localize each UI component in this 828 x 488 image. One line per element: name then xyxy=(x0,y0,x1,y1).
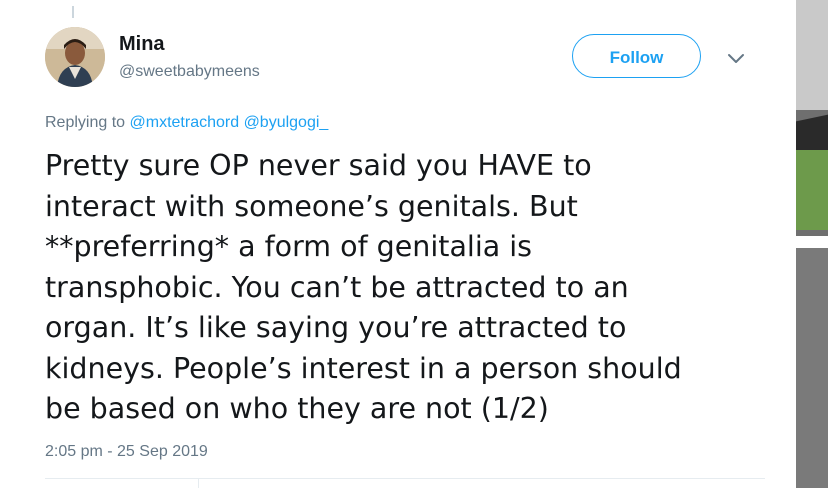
tweet-text-line: kidneys. People’s interest in a person s… xyxy=(45,351,682,385)
thread-connector-line xyxy=(72,6,74,18)
tweet-text-line: Pretty sure OP never said you HAVE to xyxy=(45,149,592,182)
photo-region xyxy=(796,0,828,110)
tweet-text-line: interact with someone’s genitals. But xyxy=(45,189,578,223)
mention-link-mxtetrachord[interactable]: @mxtetrachord xyxy=(130,114,240,131)
background-photo-strip xyxy=(796,0,828,488)
tweet-timestamp[interactable]: 2:05 pm - 25 Sep 2019 xyxy=(45,443,208,461)
tweet-text-line: be based on who they are not (1/2) xyxy=(45,392,549,425)
reply-context: Replying to @mxtetrachord @byulgogi_ xyxy=(45,114,328,132)
reply-context-prefix: Replying to xyxy=(45,114,126,131)
photo-region xyxy=(796,236,828,248)
divider xyxy=(198,479,199,488)
photo-region xyxy=(796,248,828,488)
tweet-text-line: organ. It’s like saying you’re attracted… xyxy=(45,311,627,344)
tweet-text: Pretty sure OP never said you HAVE to in… xyxy=(45,146,765,430)
follow-button[interactable]: Follow xyxy=(572,34,701,78)
user-handle[interactable]: @sweetbabymeens xyxy=(119,63,260,81)
avatar[interactable] xyxy=(45,27,105,87)
display-name[interactable]: Mina xyxy=(119,33,165,56)
photo-region xyxy=(796,150,828,230)
profile-photo-icon xyxy=(45,27,105,87)
tweet-text-line: transphobic. You can’t be attracted to a… xyxy=(45,270,629,304)
mention-link-byulgogi[interactable]: @byulgogi_ xyxy=(244,114,329,131)
divider xyxy=(45,478,765,479)
tweet-text-line: **preferring* a form of genitalia is xyxy=(45,230,533,263)
chevron-down-icon[interactable] xyxy=(726,51,746,65)
